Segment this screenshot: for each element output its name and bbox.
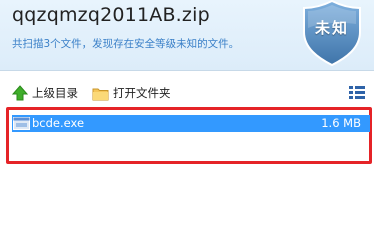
view-mode-list-icon[interactable]: [349, 86, 365, 100]
unknown-shield-icon: 未知: [302, 0, 362, 67]
file-list: bcde.exe 1.6 MB: [6, 107, 372, 164]
up-directory-label: 上级目录: [32, 86, 78, 100]
scan-result-window: qqzqmzq2011AB.zip 共扫描3个文件，发现存在安全等级未知的文件。…: [0, 0, 374, 252]
up-directory-button[interactable]: 上级目录: [12, 82, 78, 104]
header-divider: [0, 70, 374, 71]
file-name: bcde.exe: [32, 116, 85, 130]
open-folder-label: 打开文件夹: [113, 86, 171, 100]
file-list-row[interactable]: bcde.exe 1.6 MB: [12, 115, 370, 132]
scan-summary-text: 共扫描3个文件，发现存在安全等级未知的文件。: [12, 38, 240, 50]
toolbar: 上级目录 打开文件夹: [0, 80, 374, 106]
file-size: 1.6 MB: [321, 116, 361, 130]
exe-file-icon: [13, 117, 30, 130]
open-folder-button[interactable]: 打开文件夹: [92, 82, 171, 104]
archive-title: qqzqmzq2011AB.zip: [12, 4, 210, 26]
folder-icon: [92, 88, 109, 100]
green-up-arrow-icon: [12, 85, 28, 101]
header-panel: qqzqmzq2011AB.zip 共扫描3个文件，发现存在安全等级未知的文件。…: [0, 0, 374, 70]
shield-badge-label: 未知: [314, 19, 349, 37]
